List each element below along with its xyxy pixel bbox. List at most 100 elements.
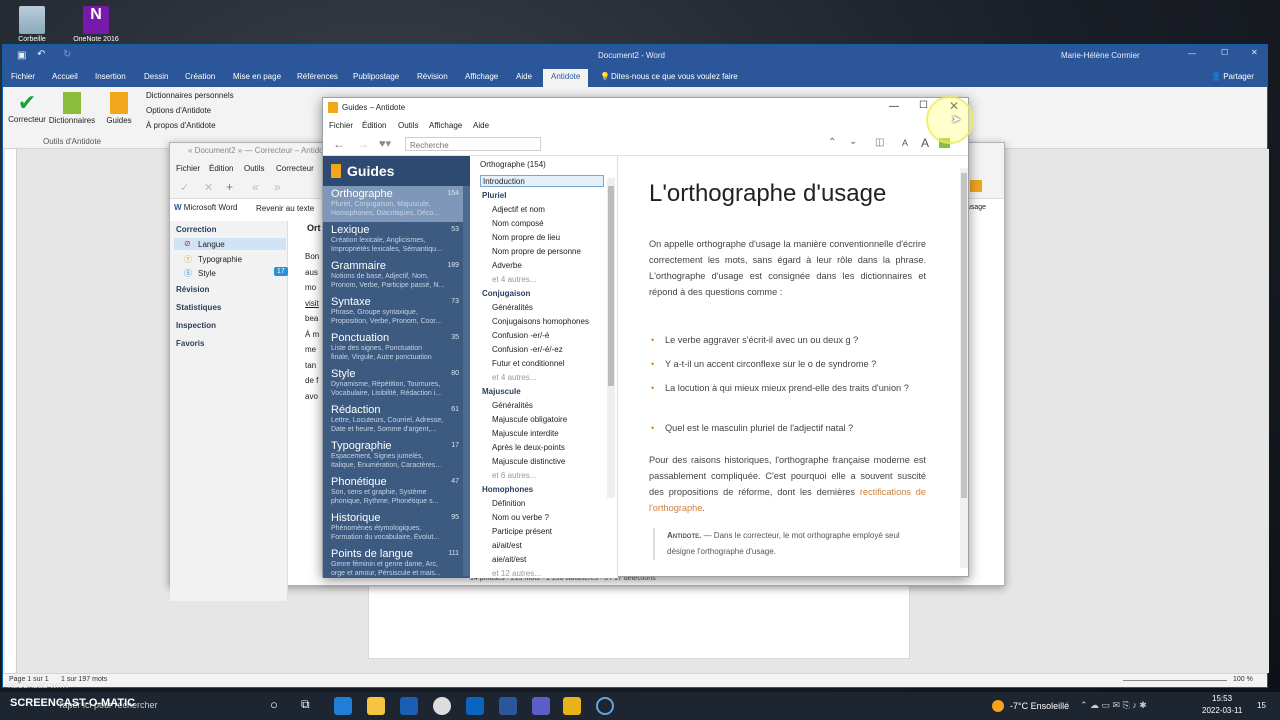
font-larger-icon[interactable]: A bbox=[921, 136, 929, 150]
tab-mise-en-page[interactable]: Mise en page bbox=[233, 72, 281, 81]
minimize-icon[interactable]: — bbox=[889, 101, 899, 112]
zoom-level[interactable]: 100 % bbox=[1233, 676, 1253, 683]
options-link[interactable]: Options d'Antidote bbox=[146, 106, 211, 115]
nav-typographie[interactable]: Typographie bbox=[198, 255, 242, 264]
menu-outils[interactable]: Outils bbox=[398, 121, 418, 130]
toc-section[interactable]: Majuscule bbox=[482, 387, 521, 396]
tab-antidote[interactable]: Antidote bbox=[543, 69, 589, 87]
toc-item[interactable]: Futur et conditionnel bbox=[492, 359, 565, 368]
store-icon[interactable] bbox=[400, 697, 418, 715]
nav-langue-selected[interactable] bbox=[174, 238, 286, 250]
menu-edition[interactable]: Édition bbox=[209, 164, 233, 173]
menu-aide[interactable]: Aide bbox=[473, 121, 489, 130]
tab-references[interactable]: Références bbox=[297, 72, 338, 81]
toc-item[interactable]: Majuscule obligatoire bbox=[492, 415, 567, 424]
menu-fichier[interactable]: Fichier bbox=[176, 164, 200, 173]
toc-more[interactable]: et 6 autres... bbox=[492, 471, 536, 480]
search-input[interactable] bbox=[405, 137, 541, 151]
guide-category[interactable]: Style 80 Dynamisme, Répétition, Tournures,… bbox=[323, 366, 463, 402]
guide-category[interactable]: Lexique 53 Création lexicale, Anglicismes,… bbox=[323, 222, 463, 258]
tab-dessin[interactable]: Dessin bbox=[144, 72, 168, 81]
nav-statistiques[interactable]: Statistiques bbox=[176, 303, 221, 312]
a-propos-link[interactable]: À propos d'Antidote bbox=[146, 121, 216, 130]
font-smaller-icon[interactable]: A bbox=[902, 138, 908, 148]
menu-outils[interactable]: Outils bbox=[244, 164, 264, 173]
menu-correcteur[interactable]: Correcteur bbox=[276, 164, 314, 173]
toc-item[interactable]: Majuscule distinctive bbox=[492, 457, 565, 466]
guide-category[interactable]: Points de langue 111 Genre féminin et genr… bbox=[323, 546, 463, 578]
back-to-text-button[interactable]: Revenir au texte bbox=[256, 204, 314, 213]
antidote-taskbar-icon[interactable] bbox=[563, 697, 581, 715]
toc-item[interactable]: Nom ou verbe ? bbox=[492, 513, 549, 522]
chevron-down-icon[interactable]: ⌄ bbox=[849, 136, 857, 147]
teams-icon[interactable] bbox=[532, 697, 550, 715]
maximize-icon[interactable]: ☐ bbox=[1221, 48, 1228, 57]
menu-edition[interactable]: Édition bbox=[362, 121, 386, 130]
recycle-bin-icon[interactable]: Corbeille bbox=[2, 6, 62, 43]
accept-icon[interactable]: ✓ bbox=[180, 181, 189, 194]
menu-affichage[interactable]: Affichage bbox=[429, 121, 462, 130]
toc-section[interactable]: Homophones bbox=[482, 485, 533, 494]
toc-item[interactable]: Adverbe bbox=[492, 261, 522, 270]
tab-insertion[interactable]: Insertion bbox=[95, 72, 126, 81]
toc-section[interactable]: Pluriel bbox=[482, 191, 506, 200]
notification-count[interactable]: 15 bbox=[1257, 701, 1266, 710]
usage-dropdown[interactable]: usage bbox=[967, 204, 986, 211]
clock-date[interactable]: 2022-03-11 bbox=[1202, 706, 1242, 715]
toc-root[interactable]: Orthographe (154) bbox=[480, 160, 546, 169]
share-button[interactable]: 👤 Partager bbox=[1211, 72, 1254, 81]
tab-fichier[interactable]: Fichier bbox=[11, 72, 35, 81]
guide-category[interactable]: Historique 95 Phénomènes étymologiques, For… bbox=[323, 510, 463, 546]
save-icon[interactable]: ▣ bbox=[17, 50, 26, 61]
add-icon[interactable]: + bbox=[226, 180, 233, 194]
toc-scroll-thumb[interactable] bbox=[608, 186, 614, 386]
tab-aide[interactable]: Aide bbox=[516, 72, 532, 81]
zoom-slider[interactable] bbox=[1123, 680, 1227, 681]
dictionnaires-button[interactable]: Dictionnaires bbox=[47, 91, 97, 125]
content-scroll-thumb[interactable] bbox=[961, 173, 967, 498]
undo-icon[interactable]: ↶ bbox=[37, 49, 45, 60]
nav-revision[interactable]: Révision bbox=[176, 285, 209, 294]
toc-more[interactable]: et 12 autres... bbox=[492, 569, 541, 578]
tab-affichage[interactable]: Affichage bbox=[465, 72, 498, 81]
dictionnaires-personnels-link[interactable]: Dictionnaires personnels bbox=[146, 91, 234, 100]
guide-category[interactable]: Syntaxe 73 Phrase, Groupe syntaxique, Propo… bbox=[323, 294, 463, 330]
reject-icon[interactable]: ✕ bbox=[204, 181, 213, 194]
toc-more[interactable]: et 4 autres... bbox=[492, 373, 536, 382]
nav-favoris[interactable]: Favoris bbox=[176, 339, 204, 348]
correcteur-button[interactable]: ✔ Correcteur bbox=[7, 91, 47, 125]
nav-correction[interactable]: Correction bbox=[176, 225, 216, 234]
next-icon[interactable]: » bbox=[274, 180, 281, 194]
guides-mini-icon[interactable] bbox=[970, 180, 982, 192]
weather-text[interactable]: -7°C Ensoleillé bbox=[1010, 701, 1069, 711]
nav-langue[interactable]: Langue bbox=[198, 240, 225, 249]
toc-item[interactable]: Nom propre de personne bbox=[492, 247, 581, 256]
onenote-icon[interactable]: N OneNote 2016 bbox=[66, 6, 126, 43]
toc-item[interactable]: Majuscule interdite bbox=[492, 429, 559, 438]
toc-item[interactable]: Participe présent bbox=[492, 527, 552, 536]
clock-time[interactable]: 15:53 bbox=[1212, 694, 1232, 703]
toc-item[interactable]: Généralités bbox=[492, 401, 533, 410]
toc-item[interactable]: Conjugaisons homophones bbox=[492, 317, 589, 326]
tab-accueil[interactable]: Accueil bbox=[52, 72, 78, 81]
app-circle-icon[interactable] bbox=[596, 697, 614, 715]
toc-item[interactable]: Nom propre de lieu bbox=[492, 233, 560, 242]
toc-item[interactable]: Définition bbox=[492, 499, 525, 508]
nav-style[interactable]: Style bbox=[198, 269, 216, 278]
user-name[interactable]: Marie-Hélène Cormier bbox=[1061, 51, 1140, 60]
minimize-icon[interactable]: — bbox=[1188, 49, 1196, 58]
guide-category[interactable]: Typographie 17 Espacement, Signes jumelés,… bbox=[323, 438, 463, 474]
guide-category[interactable]: Rédaction 61 Lettre, Locuteurs, Courriel, … bbox=[323, 402, 463, 438]
tab-revision[interactable]: Révision bbox=[417, 72, 448, 81]
toc-item[interactable]: Confusion -er/-é/-ez bbox=[492, 345, 563, 354]
forward-arrow-icon[interactable]: → bbox=[357, 137, 369, 151]
tab-publipostage[interactable]: Publipostage bbox=[353, 72, 399, 81]
toc-item[interactable]: Après le deux-points bbox=[492, 443, 565, 452]
toc-intro-selected[interactable]: Introduction bbox=[480, 175, 604, 187]
tell-me-input[interactable]: Dites-nous ce que vous voulez faire bbox=[611, 72, 738, 81]
previous-icon[interactable]: « bbox=[252, 180, 259, 194]
toc-section[interactable]: Conjugaison bbox=[482, 289, 530, 298]
file-explorer-icon[interactable] bbox=[367, 697, 385, 715]
menu-fichier[interactable]: Fichier bbox=[329, 121, 353, 130]
close-icon[interactable]: ✕ bbox=[1251, 48, 1258, 57]
